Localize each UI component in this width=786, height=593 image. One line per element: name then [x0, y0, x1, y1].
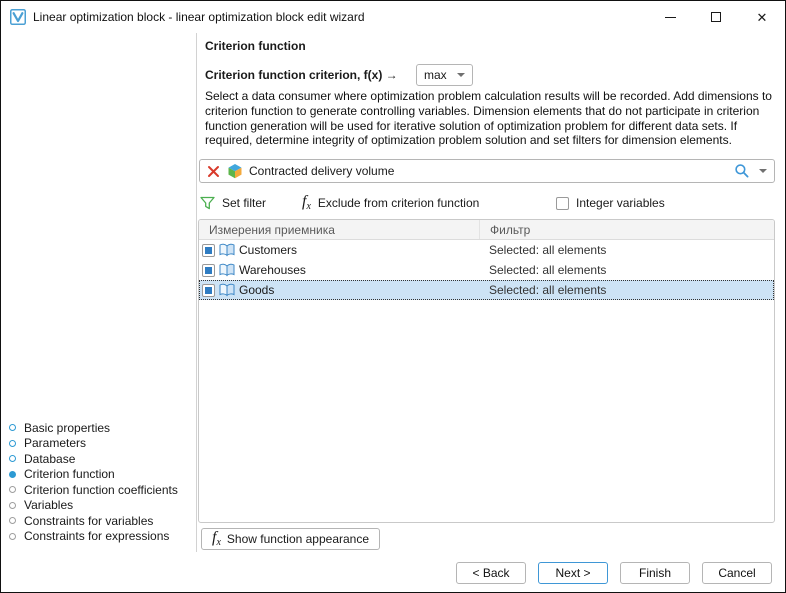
maximize-button[interactable]: [693, 2, 739, 33]
search-icon[interactable]: [734, 163, 750, 179]
dimension-book-icon: [219, 263, 235, 277]
step-variables[interactable]: Variables: [1, 498, 196, 514]
step-done-bullet-icon: [9, 455, 16, 462]
table-row-warehouses[interactable]: Warehouses Selected: all elements: [199, 260, 774, 280]
step-future-bullet-icon: [9, 517, 16, 524]
chevron-down-icon[interactable]: [759, 169, 767, 173]
step-done-bullet-icon: [9, 440, 16, 447]
minimize-button[interactable]: [647, 2, 693, 33]
step-current-bullet-icon: [9, 471, 16, 478]
dimension-name: Warehouses: [239, 263, 306, 277]
step-label: Constraints for variables: [24, 514, 153, 528]
step-parameters[interactable]: Parameters: [1, 436, 196, 452]
page-title: Criterion function: [205, 39, 306, 53]
step-constraints-for-variables[interactable]: Constraints for variables: [1, 513, 196, 529]
checkbox-checked-icon[interactable]: [202, 264, 215, 277]
set-filter-label: Set filter: [222, 196, 266, 210]
table-header: Измерения приемника Фильтр: [199, 220, 774, 240]
show-function-appearance-label: Show function appearance: [227, 532, 369, 546]
function-fx-icon: fx: [212, 530, 221, 548]
filter-value: Selected: all elements: [479, 263, 774, 277]
filter-value: Selected: all elements: [479, 283, 774, 297]
close-icon: ✕: [757, 11, 768, 24]
step-label: Variables: [24, 498, 73, 512]
main-panel: Criterion function Criterion function cr…: [197, 33, 785, 552]
back-button[interactable]: < Back: [456, 562, 526, 584]
step-label: Basic properties: [24, 421, 110, 435]
data-cube-icon: [227, 163, 243, 179]
step-done-bullet-icon: [9, 424, 16, 431]
data-consumer-field[interactable]: Contracted delivery volume: [199, 159, 775, 183]
cancel-button[interactable]: Cancel: [702, 562, 772, 584]
set-filter-button[interactable]: Set filter: [200, 190, 266, 216]
criterion-dropdown[interactable]: max: [416, 64, 473, 86]
step-criterion-function[interactable]: Criterion function: [1, 467, 196, 483]
checkbox-unchecked-icon[interactable]: [556, 197, 569, 210]
function-fx-icon: fx: [302, 194, 311, 212]
dimensions-table: Измерения приемника Фильтр Customers Sel…: [198, 219, 775, 523]
integer-variables-label: Integer variables: [576, 196, 665, 210]
data-consumer-value: Contracted delivery volume: [249, 164, 734, 178]
wizard-window: Linear optimization block - linear optim…: [0, 0, 786, 593]
show-function-appearance-button[interactable]: fx Show function appearance: [201, 528, 380, 550]
chevron-down-icon: [457, 73, 465, 77]
exclude-label: Exclude from criterion function: [318, 196, 479, 210]
step-future-bullet-icon: [9, 502, 16, 509]
dimension-name: Customers: [239, 243, 297, 257]
step-criterion-function-coefficients[interactable]: Criterion function coefficients: [1, 482, 196, 498]
checkbox-checked-icon[interactable]: [202, 284, 215, 297]
step-basic-properties[interactable]: Basic properties: [1, 420, 196, 436]
filter-value: Selected: all elements: [479, 243, 774, 257]
titlebar: Linear optimization block - linear optim…: [1, 1, 785, 33]
step-label: Criterion function: [24, 467, 115, 481]
toolbar: Set filter fx Exclude from criterion fun…: [197, 190, 773, 216]
dimension-cell: Goods: [199, 283, 479, 297]
step-constraints-for-expressions[interactable]: Constraints for expressions: [1, 529, 196, 545]
step-label: Criterion function coefficients: [24, 483, 178, 497]
close-button[interactable]: ✕: [739, 2, 785, 33]
dimension-name: Goods: [239, 283, 274, 297]
column-header-dimensions[interactable]: Измерения приемника: [199, 223, 479, 237]
step-label: Database: [24, 452, 75, 466]
dimension-book-icon: [219, 243, 235, 257]
clear-icon[interactable]: [207, 165, 220, 178]
wizard-steps-sidebar: Basic properties Parameters Database Cri…: [1, 420, 196, 544]
column-header-filter[interactable]: Фильтр: [479, 220, 774, 239]
table-row-customers[interactable]: Customers Selected: all elements: [199, 240, 774, 260]
step-label: Parameters: [24, 436, 86, 450]
exclude-from-criterion-button[interactable]: fx Exclude from criterion function: [302, 190, 479, 216]
finish-button[interactable]: Finish: [620, 562, 690, 584]
table-row-goods[interactable]: Goods Selected: all elements: [199, 280, 774, 300]
criterion-dropdown-value: max: [424, 68, 457, 82]
step-database[interactable]: Database: [1, 451, 196, 467]
next-button[interactable]: Next >: [538, 562, 608, 584]
maximize-icon: [711, 12, 721, 22]
app-logo-icon: [10, 9, 26, 25]
step-future-bullet-icon: [9, 486, 16, 493]
dimension-cell: Customers: [199, 243, 479, 257]
checkbox-checked-icon[interactable]: [202, 244, 215, 257]
filter-funnel-icon: [200, 196, 215, 210]
minimize-icon: [665, 17, 676, 18]
step-label: Constraints for expressions: [24, 529, 169, 543]
integer-variables-checkbox[interactable]: Integer variables: [556, 190, 665, 216]
step-future-bullet-icon: [9, 533, 16, 540]
description-text: Select a data consumer where optimizatio…: [205, 89, 783, 148]
dimension-cell: Warehouses: [199, 263, 479, 277]
window-title: Linear optimization block - linear optim…: [33, 10, 647, 24]
criterion-function-label: Criterion function criterion, f(x) →: [205, 64, 398, 86]
dimension-book-icon: [219, 283, 235, 297]
